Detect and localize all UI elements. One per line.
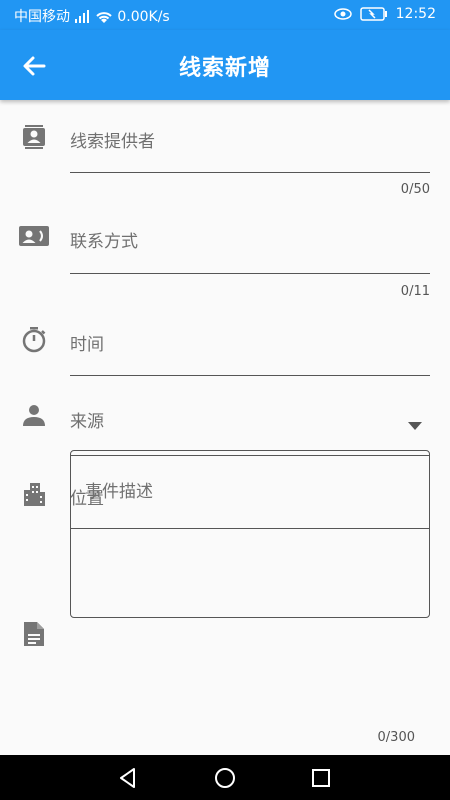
time-underline xyxy=(70,375,430,376)
contact-underline xyxy=(70,273,430,274)
carrier-label: 中国移动 xyxy=(14,9,70,25)
caret-down-icon[interactable] xyxy=(408,422,422,430)
battery-icon xyxy=(359,7,387,21)
provider-label: 线索提供者 xyxy=(70,132,155,152)
status-left: 中国移动 0.00K/s xyxy=(14,6,170,26)
page-title: 线索新增 xyxy=(178,56,271,81)
source-label: 来源 xyxy=(70,412,104,432)
person-icon xyxy=(23,405,45,426)
contact-counter: 0/11 xyxy=(400,284,430,299)
circle-home-icon[interactable] xyxy=(212,765,238,791)
system-nav-bar xyxy=(0,755,450,800)
clock: 12:52 xyxy=(395,6,436,22)
status-right: 12:52 xyxy=(333,6,436,22)
description-placeholder: 事件描述 xyxy=(85,482,153,502)
building-icon xyxy=(24,483,45,506)
triangle-back-icon[interactable] xyxy=(115,765,141,791)
square-recents-icon[interactable] xyxy=(308,765,334,791)
document-icon xyxy=(24,622,44,646)
time-label: 时间 xyxy=(70,335,104,355)
wifi-icon xyxy=(96,12,112,23)
description-textarea[interactable]: 事件描述 xyxy=(70,450,430,618)
contact-label: 联系方式 xyxy=(70,232,138,252)
contact-card-icon xyxy=(19,226,49,246)
contact-book-icon xyxy=(23,125,45,149)
signal-icon xyxy=(75,10,90,23)
app-bar: 线索新增 xyxy=(0,30,450,100)
description-counter: 0/300 xyxy=(377,730,415,745)
provider-counter: 0/50 xyxy=(400,182,430,197)
timer-icon xyxy=(22,327,46,353)
provider-underline xyxy=(70,172,430,173)
network-speed: 0.00K/s xyxy=(117,9,170,25)
status-bar: 中国移动 0.00K/s 12:52 xyxy=(0,0,450,30)
eye-icon xyxy=(333,8,352,20)
